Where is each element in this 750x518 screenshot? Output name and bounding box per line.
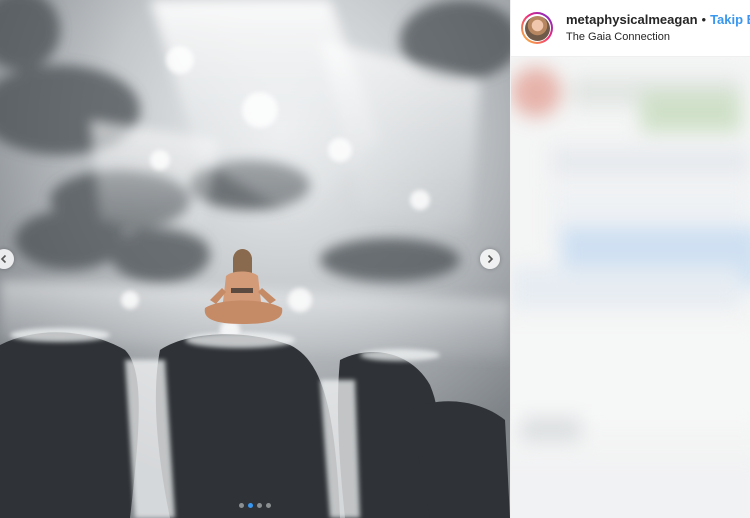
chevron-left-icon <box>0 254 7 264</box>
carousel-dot <box>266 503 271 508</box>
post-photo[interactable] <box>0 0 510 518</box>
post-header: metaphysicalmeagan • Takip Et The Gaia C… <box>511 0 750 57</box>
carousel-dot <box>257 503 262 508</box>
carousel-indicator <box>0 503 510 508</box>
next-slide-button[interactable] <box>480 249 500 269</box>
separator-dot: • <box>701 12 707 28</box>
carousel-dot <box>248 503 253 508</box>
header-text: metaphysicalmeagan • Takip Et The Gaia C… <box>566 12 750 43</box>
name-row: metaphysicalmeagan • Takip Et <box>566 12 750 28</box>
avatar-frame <box>523 14 551 42</box>
avatar-image <box>524 15 550 41</box>
username-link[interactable]: metaphysicalmeagan <box>566 12 698 27</box>
chevron-right-icon <box>487 254 494 264</box>
avatar[interactable] <box>521 12 553 44</box>
waterfall-photo <box>0 0 510 518</box>
post-sidebar: metaphysicalmeagan • Takip Et The Gaia C… <box>511 0 750 518</box>
carousel-dot <box>239 503 244 508</box>
location-link[interactable]: The Gaia Connection <box>566 31 750 43</box>
comments-area-blurred <box>511 57 750 518</box>
follow-button[interactable]: Takip Et <box>710 12 750 27</box>
